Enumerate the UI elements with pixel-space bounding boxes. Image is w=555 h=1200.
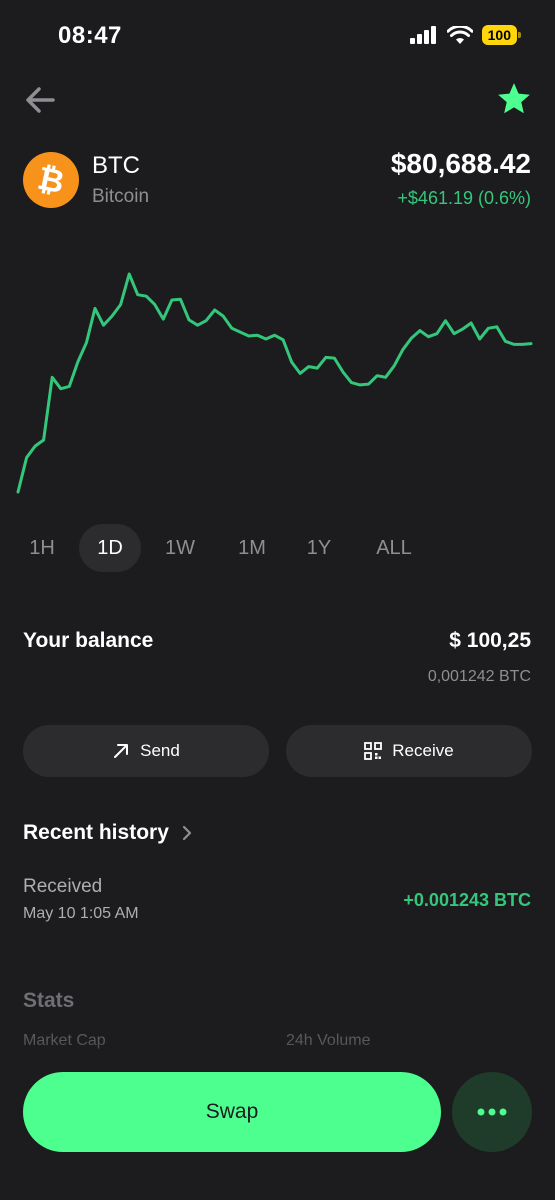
more-dots-icon xyxy=(477,1108,507,1116)
back-button[interactable] xyxy=(22,82,58,118)
star-icon xyxy=(498,83,530,114)
wifi-icon xyxy=(446,25,473,44)
bitcoin-logo-icon: ₿ xyxy=(23,152,79,208)
price-line xyxy=(16,272,533,494)
asset-price: $80,688.42 xyxy=(390,148,531,179)
top-nav xyxy=(0,78,555,124)
status-time: 08:47 xyxy=(58,22,122,49)
receive-label: Receive xyxy=(392,741,454,760)
balance-label: Your balance xyxy=(23,629,154,652)
svg-text:₿: ₿ xyxy=(34,159,67,202)
arrow-up-right-icon xyxy=(114,744,129,758)
history-type: Received xyxy=(23,876,103,897)
timeframe-1m[interactable]: 1M xyxy=(230,524,274,572)
price-chart[interactable] xyxy=(0,240,555,510)
swap-button[interactable]: Swap xyxy=(23,1072,441,1152)
timeframe-1d[interactable]: 1D xyxy=(79,524,141,572)
timeframe-1h[interactable]: 1H xyxy=(20,524,64,572)
asset-name: Bitcoin xyxy=(92,186,150,207)
status-bar: 08:47 100 xyxy=(0,0,555,72)
recent-history-link[interactable]: Recent history xyxy=(23,821,193,845)
send-button[interactable]: Send xyxy=(23,725,269,777)
more-options-button[interactable] xyxy=(452,1072,532,1152)
stats-title: Stats xyxy=(23,989,75,1012)
asset-header: ₿ BTC Bitcoin $80,688.42 +$461.19 (0.6%) xyxy=(0,148,555,218)
recent-history-title: Recent history xyxy=(23,821,169,844)
price-change: +$461.19 (0.6%) xyxy=(397,188,531,208)
chevron-right-icon xyxy=(182,825,191,841)
cellular-signal-icon xyxy=(409,26,436,44)
receive-button[interactable]: Receive xyxy=(286,725,532,777)
balance-btc: 0,001242 BTC xyxy=(427,668,531,685)
send-label: Send xyxy=(140,741,180,760)
qr-code-icon xyxy=(364,742,383,760)
swap-label: Swap xyxy=(205,1100,259,1123)
timeframe-1w[interactable]: 1W xyxy=(158,524,202,572)
status-icons: 100 xyxy=(409,25,522,45)
history-amount: +0.001243 BTC xyxy=(403,890,531,910)
timeframe-all[interactable]: ALL xyxy=(366,524,422,572)
arrow-left-icon xyxy=(26,87,55,113)
history-date: May 10 1:05 AM xyxy=(23,905,139,922)
balance-usd: $ 100,25 xyxy=(449,629,531,652)
history-row[interactable]: Received May 10 1:05 AM +0.001243 BTC xyxy=(0,872,555,932)
favorite-button[interactable] xyxy=(495,80,533,118)
asset-ticker: BTC xyxy=(92,152,140,179)
timeframe-1y[interactable]: 1Y xyxy=(297,524,341,572)
battery-indicator: 100 xyxy=(481,25,522,45)
timeframe-selector: 1H 1D 1W 1M 1Y ALL xyxy=(0,520,555,576)
